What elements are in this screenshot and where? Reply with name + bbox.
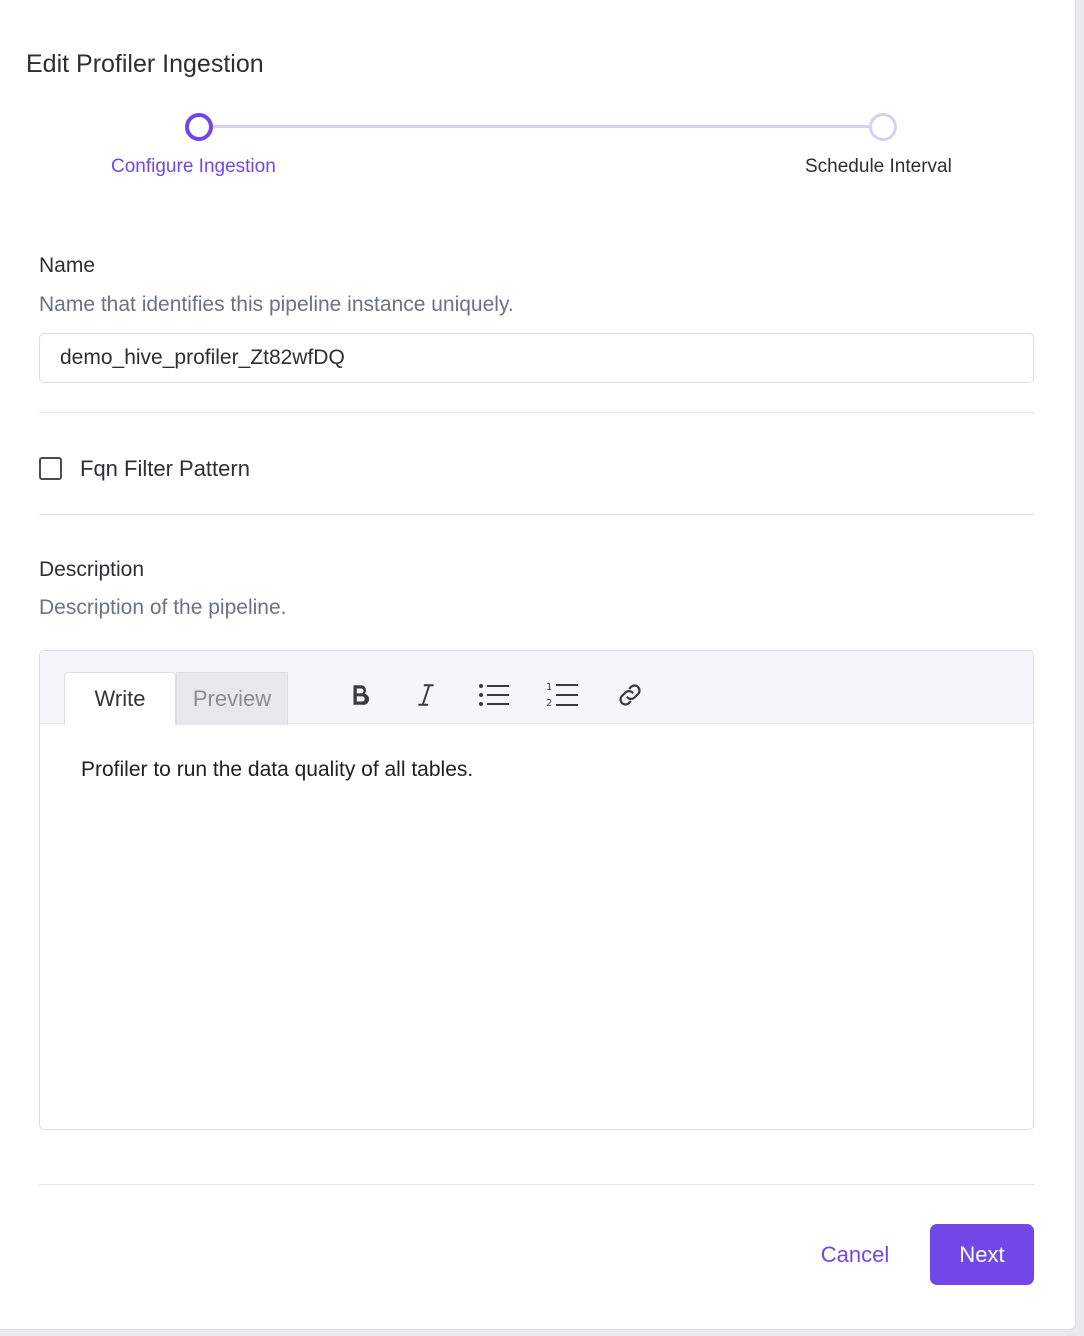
fqn-filter-label[interactable]: Fqn Filter Pattern [80, 456, 250, 482]
cancel-button[interactable]: Cancel [800, 1225, 910, 1285]
numbered-list-icon[interactable]: 12 [542, 677, 582, 713]
next-button[interactable]: Next [930, 1224, 1034, 1285]
bold-icon[interactable] [340, 677, 380, 713]
name-label: Name [39, 254, 96, 277]
divider [39, 412, 1034, 413]
italic-icon[interactable] [406, 677, 446, 713]
description-label: Description [39, 558, 145, 581]
step-1-label[interactable]: Configure Ingestion [111, 156, 276, 178]
description-help-text: Description of the pipeline. [39, 596, 287, 619]
dialog-title: Edit Profiler Ingestion [26, 50, 264, 78]
name-help-text: Name that identifies this pipeline insta… [39, 293, 514, 316]
step-1-indicator[interactable] [185, 113, 213, 141]
fqn-filter-checkbox[interactable] [39, 457, 62, 480]
link-icon[interactable] [610, 677, 650, 713]
step-2-indicator[interactable] [869, 113, 897, 141]
name-input[interactable] [39, 333, 1034, 383]
editor-content[interactable]: Profiler to run the data quality of all … [81, 758, 473, 782]
editor-toolbar: Write Preview 12 [40, 651, 1033, 725]
svg-text:2: 2 [546, 698, 552, 709]
markdown-editor: Write Preview 12 Profiler to run the dat… [39, 650, 1034, 1130]
tab-preview[interactable]: Preview [176, 672, 288, 725]
bulleted-list-icon[interactable] [474, 677, 514, 713]
divider [39, 1184, 1034, 1185]
svg-text:1: 1 [546, 682, 552, 693]
edit-profiler-dialog: Edit Profiler Ingestion Configure Ingest… [0, 0, 1076, 1330]
step-2-label[interactable]: Schedule Interval [805, 156, 952, 178]
divider [39, 514, 1034, 515]
tab-write[interactable]: Write [64, 672, 176, 725]
stepper-connector [212, 125, 872, 128]
